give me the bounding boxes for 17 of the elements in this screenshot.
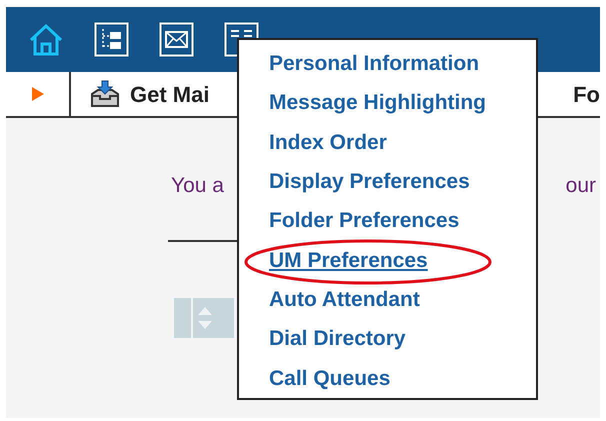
get-mail-button[interactable]: Get Mai xyxy=(71,78,210,110)
menu-item[interactable]: Auto Attendant xyxy=(269,284,420,316)
info-text: You a xyxy=(171,173,224,199)
toolbar-button[interactable]: Fo xyxy=(563,78,600,110)
tree-icon[interactable] xyxy=(94,22,129,57)
menu-item[interactable]: Display Preferences xyxy=(269,166,470,198)
menu-item[interactable]: Call Queues xyxy=(269,362,390,394)
home-icon[interactable] xyxy=(28,22,64,56)
envelope-icon[interactable] xyxy=(159,22,194,57)
menu-item[interactable]: Index Order xyxy=(269,126,387,158)
info-text: our xyxy=(566,173,596,199)
inbox-download-icon xyxy=(90,80,120,108)
menu-item[interactable]: Personal Information xyxy=(269,48,480,80)
menu-item[interactable]: Message Highlighting xyxy=(269,87,486,119)
menu-item[interactable]: Dial Directory xyxy=(269,323,406,355)
menu-item[interactable]: Folder Preferences xyxy=(269,205,460,237)
play-icon[interactable] xyxy=(32,87,44,101)
